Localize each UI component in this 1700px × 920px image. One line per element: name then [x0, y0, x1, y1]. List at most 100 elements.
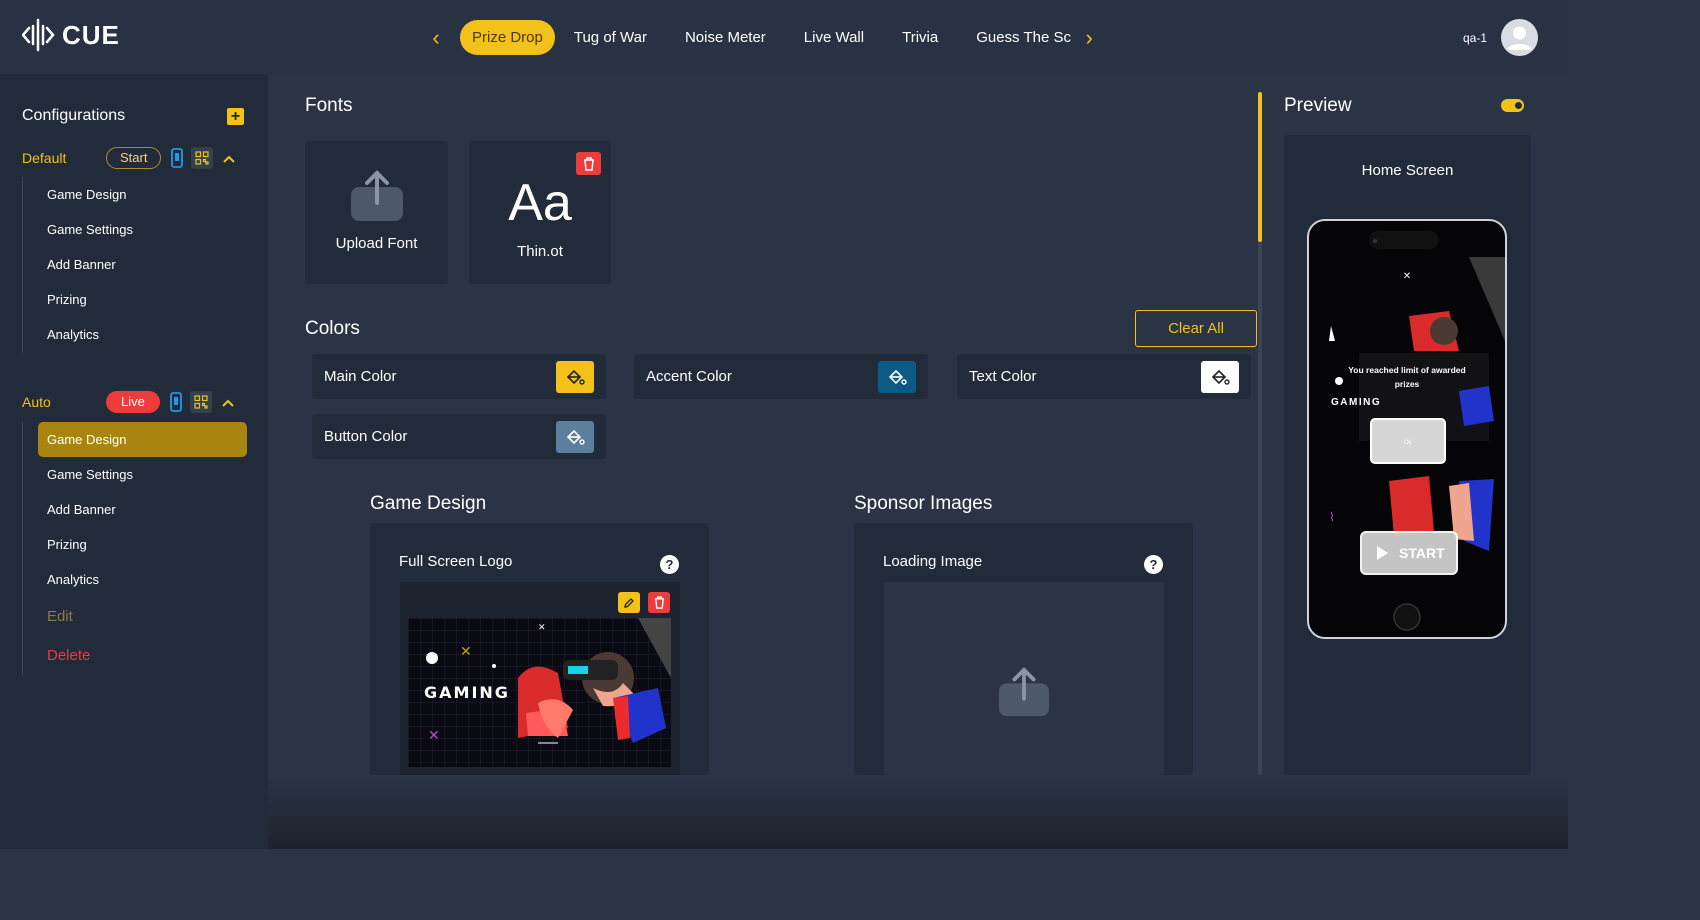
bottom-fade: [268, 775, 1568, 849]
main-color-picker[interactable]: [556, 360, 594, 393]
menu-item-game-settings[interactable]: Game Settings: [23, 212, 133, 247]
full-screen-logo-label: Full Screen Logo: [399, 553, 513, 570]
mobile-icon[interactable]: [169, 148, 185, 168]
font-sample: Aa: [508, 174, 572, 232]
content-scrollbar[interactable]: [1258, 92, 1262, 775]
paint-bucket-icon: [1211, 369, 1230, 385]
tab-noise-meter[interactable]: Noise Meter: [666, 20, 785, 55]
user-menu[interactable]: qa-1: [1463, 19, 1538, 56]
text-color-label: Text Color: [969, 368, 1037, 385]
preview-toggle[interactable]: [1501, 99, 1524, 112]
user-icon: [1507, 26, 1532, 50]
tab-guess-the-score[interactable]: Guess The Sc: [957, 20, 1077, 55]
game-tabs: ‹ Prize Drop Tug of War Noise Meter Live…: [424, 20, 1101, 55]
preview-logo-text: GAMING: [1331, 397, 1381, 408]
full-screen-logo-card: Full Screen Logo ? ✕ ✕ ✕ GAMING: [370, 523, 709, 775]
tab-trivia[interactable]: Trivia: [883, 20, 957, 55]
preview-panel: Home Screen ✕ You reached limit of award…: [1284, 135, 1531, 775]
live-badge[interactable]: Live: [106, 391, 160, 413]
menu-item-game-design[interactable]: Game Design: [38, 422, 247, 457]
edit-image-button[interactable]: [618, 592, 640, 613]
main-color-label: Main Color: [324, 368, 397, 385]
svg-text:⌇: ⌇: [1329, 510, 1335, 524]
paint-bucket-icon: [566, 369, 585, 385]
edit-button[interactable]: Edit: [23, 597, 247, 636]
group-name: Auto: [22, 394, 51, 410]
game-design-title: Game Design: [370, 493, 487, 514]
config-group-auto[interactable]: Auto Live: [22, 390, 252, 414]
top-bar: CUE ‹ Prize Drop Tug of War Noise Meter …: [0, 0, 1568, 74]
preview-start-button: START: [1399, 545, 1445, 561]
upload-font-label: Upload Font: [335, 235, 418, 252]
delete-image-button[interactable]: [648, 592, 670, 613]
menu-item-analytics[interactable]: Analytics: [23, 317, 133, 352]
delete-button[interactable]: Delete: [23, 636, 247, 675]
sponsor-images-title: Sponsor Images: [854, 493, 993, 514]
colors-title: Colors: [305, 318, 360, 339]
pencil-icon: [624, 597, 634, 608]
user-name: qa-1: [1462, 30, 1487, 45]
text-color-picker[interactable]: [1201, 360, 1239, 393]
menu-item-analytics[interactable]: Analytics: [23, 562, 247, 597]
preview-title: Preview: [1284, 95, 1352, 116]
phone-screen-content: ✕ You reached limit of awarded prizes GA…: [1329, 231, 1505, 631]
qr-code-icon[interactable]: [189, 391, 212, 413]
avatar[interactable]: [1501, 19, 1538, 56]
phone-mockup: ✕ You reached limit of awarded prizes GA…: [1307, 219, 1507, 639]
sidebar: Configurations + Default Start Game Desi…: [0, 74, 268, 849]
config-default-menu: Game Design Game Settings Add Banner Pri…: [22, 177, 133, 353]
cue-logo-icon: [22, 18, 55, 52]
preview-screen-title: Home Screen: [1361, 162, 1454, 179]
gaming-logo-text: GAMING: [424, 683, 510, 702]
help-icon[interactable]: ?: [660, 555, 679, 574]
logo-image-frame: ✕ ✕ ✕ GAMING: [400, 582, 680, 775]
delete-font-button[interactable]: [576, 152, 601, 175]
mobile-icon[interactable]: [168, 392, 184, 412]
group-name: Default: [22, 150, 67, 166]
config-group-default[interactable]: Default Start: [22, 146, 252, 170]
svg-text:✕: ✕: [428, 727, 440, 743]
tab-live-wall[interactable]: Live Wall: [785, 20, 883, 55]
upload-font-card[interactable]: Upload Font: [305, 141, 448, 284]
upload-loading-image-dropzone[interactable]: [884, 582, 1164, 775]
add-configuration-button[interactable]: +: [227, 107, 244, 125]
menu-item-add-banner[interactable]: Add Banner: [23, 247, 133, 282]
button-color-picker[interactable]: [556, 420, 594, 453]
preview-message-line2: prizes: [1395, 379, 1420, 389]
font-card[interactable]: Aa Thin.ot: [469, 141, 611, 284]
paint-bucket-icon: [888, 369, 907, 385]
help-icon[interactable]: ?: [1144, 555, 1163, 574]
qr-code-icon[interactable]: [191, 147, 214, 169]
clear-all-button[interactable]: Clear All: [1135, 310, 1257, 347]
font-name: Thin.ot: [517, 243, 563, 260]
button-color-label: Button Color: [324, 428, 408, 445]
upload-icon: [998, 667, 1050, 717]
preview-ok-button: Ok: [1404, 440, 1413, 446]
accent-color-picker[interactable]: [878, 360, 916, 393]
menu-item-prizing[interactable]: Prizing: [23, 527, 247, 562]
trash-icon: [654, 596, 664, 609]
menu-item-game-design[interactable]: Game Design: [23, 177, 133, 212]
chevron-up-icon[interactable]: [223, 150, 237, 166]
svg-text:✕: ✕: [460, 643, 472, 659]
menu-item-add-banner[interactable]: Add Banner: [23, 492, 247, 527]
chevron-left-icon[interactable]: ‹: [424, 20, 448, 55]
preview-message-line1: You reached limit of awarded: [1348, 365, 1465, 375]
menu-item-prizing[interactable]: Prizing: [23, 282, 133, 317]
tab-prize-drop[interactable]: Prize Drop: [460, 20, 555, 55]
gaming-illustration: ✕ ✕ ✕ GAMING: [408, 618, 671, 767]
button-color-row: Button Color: [312, 414, 606, 459]
accent-color-label: Accent Color: [646, 368, 732, 385]
scrollbar-thumb[interactable]: [1258, 92, 1262, 242]
menu-item-game-settings[interactable]: Game Settings: [23, 457, 247, 492]
chevron-up-icon[interactable]: [222, 394, 236, 410]
chevron-right-icon[interactable]: ›: [1077, 20, 1101, 55]
gaming-logo-image: ✕ ✕ ✕ GAMING: [408, 618, 671, 767]
configurations-title: Configurations: [22, 107, 126, 124]
main-content: Fonts Upload Font Aa Thin.ot Colors Clea…: [268, 74, 1568, 849]
tab-tug-of-war[interactable]: Tug of War: [555, 20, 666, 55]
app-logo[interactable]: CUE: [22, 18, 120, 52]
accent-color-row: Accent Color: [634, 354, 928, 399]
loading-image-label: Loading Image: [883, 553, 983, 570]
start-button[interactable]: Start: [106, 147, 162, 169]
